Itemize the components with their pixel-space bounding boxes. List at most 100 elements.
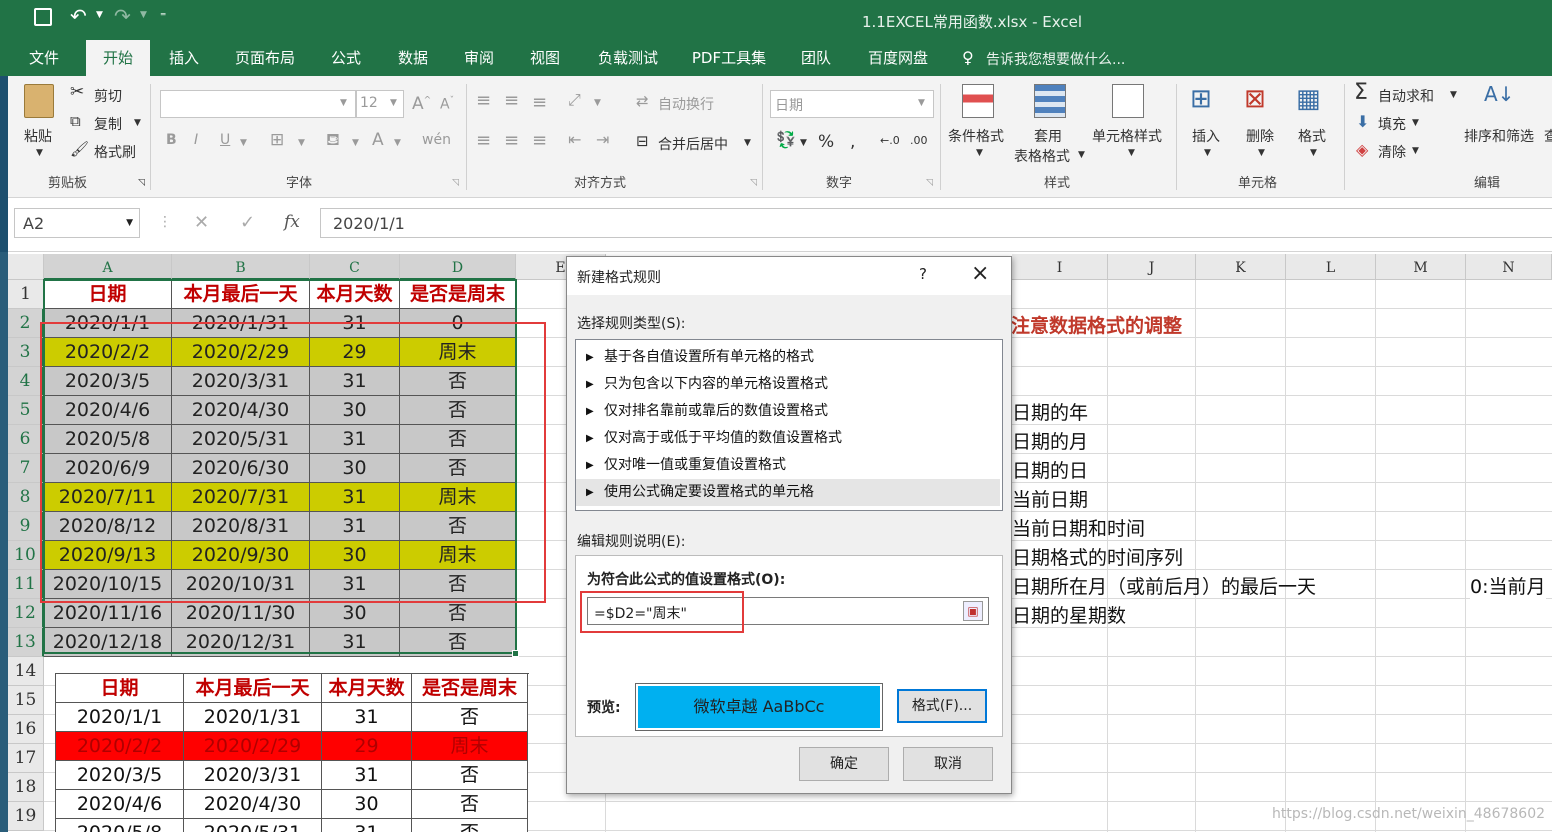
table-cell[interactable]: 周末 [412, 732, 528, 761]
decrease-decimal-icon[interactable]: .00 [910, 134, 928, 147]
font-name-dropdown-icon[interactable]: ▼ [340, 98, 347, 108]
table-cell[interactable]: 2020/5/31 [184, 819, 322, 832]
confirm-entry-icon[interactable]: ✓ [240, 212, 255, 233]
align-top-icon[interactable]: ≡ [476, 90, 491, 111]
column-header-c[interactable]: C [310, 254, 400, 280]
table-cell[interactable]: 2020/5/8 [56, 819, 184, 832]
conditional-formatting-icon[interactable] [962, 84, 994, 118]
row-header[interactable]: 8 [8, 483, 44, 512]
tab-insert[interactable]: 插入 [158, 40, 210, 76]
row-header[interactable]: 19 [8, 802, 44, 831]
cut-icon[interactable]: ✂ [70, 82, 84, 102]
tab-review[interactable]: 审阅 [454, 40, 504, 76]
formula-bar-resize-icon[interactable]: ⋮ [158, 214, 172, 230]
number-format-dropdown-icon[interactable]: ▼ [918, 98, 925, 108]
sort-filter-icon[interactable]: A↓ [1484, 82, 1514, 106]
cut-button[interactable]: 剪切 [94, 86, 122, 106]
cell-styles-icon[interactable] [1112, 84, 1144, 118]
insert-cells-button[interactable]: 插入 [1192, 126, 1220, 146]
table-header[interactable]: 本月天数 [322, 674, 412, 703]
table-cell[interactable]: 否 [412, 703, 528, 732]
shrink-font-icon[interactable]: Aˇ [440, 96, 454, 113]
paste-button[interactable]: 粘贴 [24, 126, 52, 146]
column-header-i[interactable]: I [1012, 254, 1108, 280]
column-header-j[interactable]: J [1108, 254, 1196, 280]
fill-color-icon[interactable]: ⛾ [326, 130, 340, 152]
table-cell[interactable]: 2020/2/29 [184, 732, 322, 761]
borders-icon[interactable]: ⊞ [270, 130, 284, 150]
cellstyles-dropdown-icon[interactable]: ▼ [1128, 148, 1135, 158]
row-header[interactable]: 17 [8, 744, 44, 773]
format-as-table-icon[interactable] [1034, 84, 1066, 118]
paste-icon[interactable] [24, 84, 54, 118]
formula-input[interactable]: 2020/1/1 [320, 208, 1552, 238]
table-cell[interactable]: 29 [322, 732, 412, 761]
bold-icon[interactable]: B [166, 132, 177, 148]
format-cells-icon[interactable]: ▦ [1296, 84, 1321, 114]
clear-button[interactable]: 清除 [1378, 142, 1406, 162]
align-right-icon[interactable]: ≡ [532, 130, 547, 151]
tab-baidu-pan[interactable]: 百度网盘 [858, 40, 938, 76]
number-launcher-icon[interactable]: ◹ [926, 178, 933, 188]
table-cell[interactable]: 2020/4/6 [56, 790, 184, 819]
table-header[interactable]: 本月最后一天 [184, 674, 322, 703]
row-header[interactable]: 7 [8, 454, 44, 483]
row-header[interactable]: 9 [8, 512, 44, 541]
autosum-button[interactable]: 自动求和 [1378, 86, 1434, 106]
row-header[interactable]: 10 [8, 541, 44, 570]
redo-dropdown-icon[interactable]: ▼ [140, 10, 147, 20]
copy-button[interactable]: 复制 [94, 114, 122, 134]
row-header[interactable]: 11 [8, 570, 44, 599]
merge-dropdown-icon[interactable]: ▼ [744, 138, 751, 148]
row-header[interactable]: 14 [8, 657, 44, 686]
column-header-d[interactable]: D [400, 254, 516, 280]
alignment-launcher-icon[interactable]: ◹ [750, 178, 757, 188]
table-cell[interactable]: 31 [322, 703, 412, 732]
row-header[interactable]: 12 [8, 599, 44, 628]
tab-home[interactable]: 开始 [86, 40, 150, 76]
font-color-icon[interactable]: A [372, 130, 384, 150]
row-header[interactable]: 2 [8, 309, 44, 338]
underline-icon[interactable]: U [220, 132, 230, 148]
percent-icon[interactable]: % [818, 132, 834, 152]
list-item[interactable]: ▶ 只为包含以下内容的单元格设置格式 [576, 371, 1000, 398]
delete-cells-button[interactable]: 删除 [1246, 126, 1274, 146]
customize-qat-icon[interactable]: ⁼ [160, 9, 166, 23]
tab-formulas[interactable]: 公式 [322, 40, 370, 76]
merge-center-button[interactable]: 合并后居中 [658, 134, 728, 154]
row-header[interactable]: 4 [8, 367, 44, 396]
fill-color-dropdown-icon[interactable]: ▼ [352, 138, 359, 148]
row-header[interactable]: 6 [8, 425, 44, 454]
autosum-dropdown-icon[interactable]: ▼ [1450, 90, 1457, 100]
table-cell[interactable]: 否 [412, 761, 528, 790]
select-all-corner[interactable] [8, 254, 44, 280]
grow-font-icon[interactable]: A^ [412, 94, 431, 114]
find-select-button[interactable]: 查 [1544, 126, 1552, 146]
tab-load-test[interactable]: 负载测试 [590, 40, 666, 76]
format-as-table-label-2[interactable]: 表格格式 [1014, 146, 1070, 166]
undo-icon[interactable]: ↶ [70, 4, 87, 28]
wrap-text-icon[interactable]: ⇄ [636, 92, 649, 110]
save-icon[interactable] [34, 8, 52, 26]
list-item[interactable]: ▶ 基于各自值设置所有单元格的格式 [576, 344, 1000, 371]
insert-cells-icon[interactable]: ⊞ [1190, 84, 1212, 114]
insert-dropdown-icon[interactable]: ▼ [1204, 148, 1211, 158]
redo-icon[interactable]: ↷ [114, 4, 131, 28]
undo-dropdown-icon[interactable]: ▼ [96, 10, 103, 20]
list-item[interactable]: ▶ 仅对高于或低于平均值的数值设置格式 [576, 425, 1000, 452]
tab-pdf-tools[interactable]: PDF工具集 [684, 40, 774, 76]
paste-dropdown-icon[interactable]: ▼ [36, 148, 43, 158]
fill-icon[interactable]: ⬇ [1356, 112, 1369, 131]
font-size-dropdown-icon[interactable]: ▼ [390, 98, 397, 108]
underline-dropdown-icon[interactable]: ▼ [240, 138, 247, 148]
column-header-b[interactable]: B [172, 254, 310, 280]
orientation-icon[interactable]: ⤢ [568, 90, 581, 110]
row-header[interactable]: 1 [8, 280, 44, 309]
fill-button[interactable]: 填充 [1378, 114, 1406, 134]
list-item[interactable]: ▶ 仅对唯一值或重复值设置格式 [576, 452, 1000, 479]
clear-icon[interactable]: ◈ [1356, 140, 1368, 159]
table-cell[interactable]: 2020/3/31 [184, 761, 322, 790]
table-dropdown-icon[interactable]: ▼ [1078, 150, 1085, 160]
collapse-dialog-icon[interactable]: ▣ [963, 601, 983, 621]
list-item-selected[interactable]: ▶ 使用公式确定要设置格式的单元格 [576, 479, 1000, 506]
